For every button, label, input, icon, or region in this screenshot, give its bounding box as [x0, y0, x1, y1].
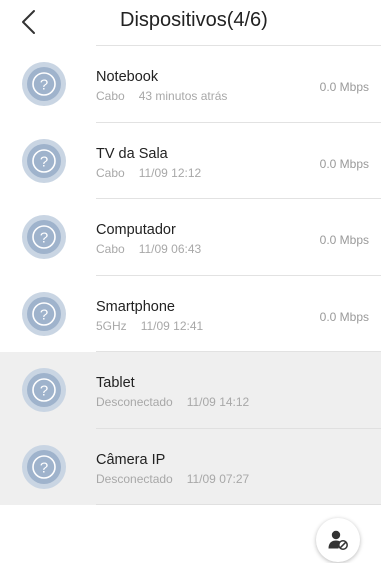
row-divider — [96, 504, 381, 505]
device-list: ? Notebook Cabo 43 minutos atrás 0.0 Mbps? TV… — [0, 46, 381, 505]
device-meta: Cabo 43 minutos atrás — [96, 89, 227, 103]
device-name: Notebook — [96, 69, 159, 85]
blocked-devices-button[interactable] — [316, 518, 360, 562]
device-row[interactable]: ? Tablet Desconectado 11/09 14:12 — [0, 352, 381, 429]
device-meta: Desconectado 11/09 07:27 — [96, 472, 249, 486]
device-connection: 5GHz — [96, 318, 127, 333]
header: Dispositivos(4/6) — [0, 0, 381, 44]
chevron-left-icon — [22, 10, 35, 34]
unknown-device-icon: ? — [21, 444, 67, 490]
device-connection: Cabo — [96, 242, 125, 256]
unknown-device-icon: ? — [21, 214, 67, 260]
device-row[interactable]: ? Computador Cabo 11/09 06:43 0.0 Mbps — [0, 199, 381, 276]
unknown-device-icon: ? — [21, 61, 67, 107]
svg-text:?: ? — [40, 459, 48, 476]
device-connection: Desconectado — [96, 395, 173, 409]
blocked-user-icon — [328, 530, 348, 550]
unknown-device-icon: ? — [21, 367, 67, 413]
device-speed: 0.0 Mbps — [319, 156, 369, 171]
back-button[interactable] — [18, 8, 42, 36]
svg-text:?: ? — [40, 383, 48, 400]
device-last-seen: 11/09 07:27 — [186, 471, 250, 486]
device-speed: 0.0 Mbps — [319, 80, 369, 94]
svg-text:?: ? — [40, 306, 48, 323]
device-meta: Desconectado 11/09 14:12 — [96, 395, 249, 409]
svg-text:?: ? — [40, 153, 48, 170]
device-last-seen: 11/09 14:12 — [186, 395, 250, 409]
device-name: Computador — [96, 222, 176, 238]
unknown-device-icon: ? — [21, 138, 67, 184]
device-name: Câmera IP — [96, 451, 166, 468]
unknown-device-icon: ? — [21, 291, 67, 337]
device-last-seen: 11/09 06:43 — [138, 242, 202, 256]
device-name: Smartphone — [96, 298, 175, 315]
device-meta: 5GHz 11/09 12:41 — [96, 319, 203, 333]
device-speed: 0.0 Mbps — [319, 233, 369, 247]
device-connection: Cabo — [96, 89, 125, 103]
svg-text:?: ? — [40, 230, 48, 247]
device-connection: Cabo — [96, 165, 125, 180]
device-last-seen: 43 minutos atrás — [138, 89, 228, 103]
device-last-seen: 11/09 12:12 — [138, 165, 202, 180]
device-meta: Cabo 11/09 12:12 — [96, 166, 201, 180]
device-speed: 0.0 Mbps — [319, 309, 369, 324]
page-title: Dispositivos(4/6) — [120, 9, 268, 31]
device-connection: Desconectado — [96, 471, 173, 486]
device-last-seen: 11/09 12:41 — [140, 318, 204, 333]
device-row[interactable]: ? Notebook Cabo 43 minutos atrás 0.0 Mbps — [0, 46, 381, 123]
device-name: Tablet — [96, 375, 135, 391]
svg-text:?: ? — [40, 77, 48, 94]
device-meta: Cabo 11/09 06:43 — [96, 242, 201, 256]
device-row[interactable]: ? TV da Sala Cabo 11/09 12:12 0.0 Mbps — [0, 123, 381, 199]
device-row[interactable]: ? Smartphone 5GHz 11/09 12:41 0.0 Mbps — [0, 276, 381, 352]
device-name: TV da Sala — [96, 145, 168, 162]
device-row[interactable]: ? Câmera IP Desconectado 11/09 07:27 — [0, 428, 381, 505]
